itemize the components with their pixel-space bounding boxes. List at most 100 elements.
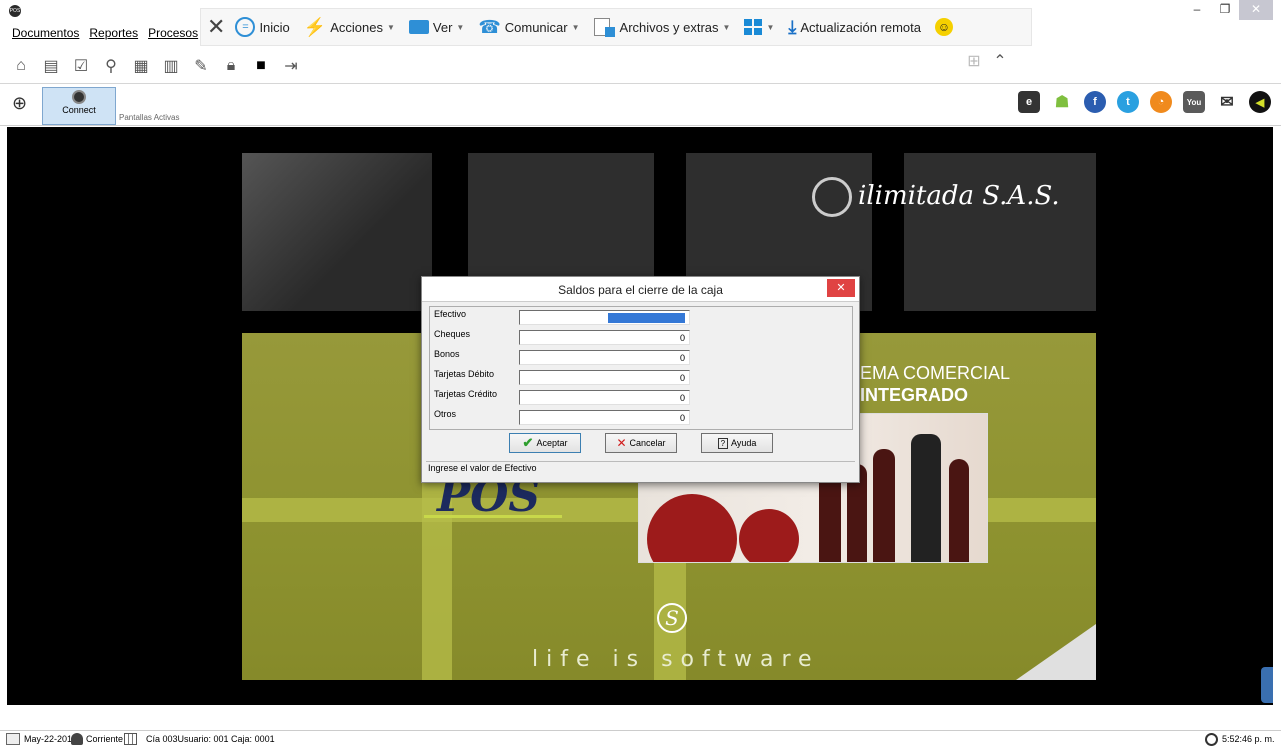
cancel-x-icon: ✕ bbox=[616, 436, 627, 450]
calendar-icon[interactable]: ▤ bbox=[40, 55, 62, 77]
chevron-down-icon: ▼ bbox=[571, 22, 580, 32]
toolbar-comunicar[interactable]: ☎ Comunicar ▼ bbox=[478, 17, 579, 38]
toolbar-right-controls: ⊞ ⌃ bbox=[963, 50, 1011, 72]
dialog-buttons: ✔ Aceptar ✕ Cancelar ? Ayuda bbox=[429, 433, 853, 459]
tarjetas-debito-input[interactable]: 0 bbox=[519, 370, 690, 385]
checkmark-icon: ✔ bbox=[522, 435, 534, 450]
status-mode: Corriente bbox=[86, 734, 124, 744]
restore-button[interactable]: ❐ bbox=[1211, 0, 1239, 20]
checklist-icon[interactable]: ☑ bbox=[70, 55, 92, 77]
close-x-icon: ✕ bbox=[207, 14, 226, 39]
uvt-icon[interactable]: ▥ bbox=[160, 55, 182, 77]
main-toolbar: ⌂ ▤ ☑ ⚲ ▦ ▥ ✎ 🔒︎ ■ ⇥ bbox=[0, 48, 1281, 84]
e-icon[interactable]: e bbox=[1018, 91, 1040, 113]
mail-icon[interactable]: ✉ bbox=[1216, 91, 1238, 113]
cheques-input[interactable]: 0 bbox=[519, 330, 690, 345]
help-button[interactable]: ? Ayuda bbox=[701, 433, 773, 453]
grid-layout-icon[interactable]: ⊞ bbox=[963, 50, 985, 72]
field-row-cheques: Cheques 0 bbox=[430, 327, 854, 347]
toolbar-inicio[interactable]: = Inicio bbox=[235, 17, 290, 37]
field-row-otros: Otros 0 bbox=[430, 407, 854, 427]
side-panel-tab[interactable] bbox=[1261, 667, 1273, 703]
screens-toolbar: ⊕ Connect Pantallas Activas e ☗ f t ◔ Yo… bbox=[0, 85, 1281, 126]
toolbar-windows[interactable]: ▼ bbox=[744, 19, 774, 35]
pos-underline bbox=[424, 515, 562, 518]
chevron-down-icon: ▼ bbox=[386, 22, 395, 32]
exit-door-icon[interactable]: ⇥ bbox=[280, 55, 302, 77]
lightning-icon: ⚡ bbox=[303, 16, 327, 37]
calculator-icon bbox=[124, 733, 137, 745]
company-logo-icon bbox=[812, 177, 852, 217]
calendar-icon bbox=[6, 733, 20, 745]
field-label: Tarjetas Débito bbox=[434, 369, 495, 379]
connect-button[interactable]: Connect bbox=[42, 87, 116, 125]
power-icon bbox=[72, 90, 86, 104]
field-row-tarjetas-credito: Tarjetas Crédito 0 bbox=[430, 387, 854, 407]
calculator-icon[interactable]: ▦ bbox=[130, 55, 152, 77]
home-circle-icon: = bbox=[235, 17, 256, 37]
lock-icon[interactable]: ■ bbox=[250, 55, 272, 77]
home-icon[interactable]: ⌂ bbox=[10, 55, 32, 77]
dialog-title-bar: Saldos para el cierre de la caja ✕ bbox=[422, 277, 859, 302]
field-label: Cheques bbox=[434, 329, 471, 339]
system-title-line1: EMA COMERCIAL bbox=[860, 363, 1011, 383]
dialog-title: Saldos para el cierre de la caja bbox=[558, 283, 723, 297]
tagline: life is software bbox=[532, 647, 820, 672]
field-label: Efectivo bbox=[434, 309, 467, 319]
field-label: Otros bbox=[434, 409, 457, 419]
system-title-line2: INTEGRADO bbox=[860, 385, 968, 405]
status-company-user-cash: Cía 003Usuario: 001 Caja: 0001 bbox=[146, 734, 275, 744]
youtube-icon[interactable]: You bbox=[1183, 91, 1205, 113]
connect-label: Connect bbox=[62, 105, 96, 115]
menu-procesos[interactable]: Procesos bbox=[148, 26, 198, 40]
user-icon bbox=[71, 733, 83, 745]
help-icon: ? bbox=[717, 437, 729, 449]
active-screens-label: Pantallas Activas bbox=[119, 113, 180, 122]
toolbar-actualizacion-remota[interactable]: ⤓ Actualización remota bbox=[788, 17, 921, 38]
twitter-icon[interactable]: t bbox=[1117, 91, 1139, 113]
menu-documentos[interactable]: Documentos bbox=[12, 26, 79, 40]
cancel-button[interactable]: ✕ Cancelar bbox=[605, 433, 677, 453]
status-time: 5:52:46 p. m. bbox=[1222, 734, 1275, 744]
lock-open-icon[interactable]: 🔒︎ bbox=[220, 55, 242, 77]
otros-input[interactable]: 0 bbox=[519, 410, 690, 425]
chat-icon: ☎ bbox=[478, 16, 501, 37]
software-logo-icon: S bbox=[657, 603, 687, 633]
efectivo-input[interactable]: 0 bbox=[519, 310, 690, 325]
search-icon[interactable]: ⚲ bbox=[100, 55, 122, 77]
android-icon[interactable]: ☗ bbox=[1051, 91, 1073, 113]
accept-button[interactable]: ✔ Aceptar bbox=[509, 433, 581, 453]
smiley-feedback-button[interactable]: ☺ bbox=[935, 18, 953, 36]
menu-reportes[interactable]: Reportes bbox=[89, 26, 138, 40]
close-window-button[interactable]: ✕ bbox=[1239, 0, 1273, 20]
chevron-up-icon[interactable]: ⌃ bbox=[989, 50, 1011, 72]
files-icon bbox=[593, 18, 615, 37]
rss-icon[interactable]: ◔ bbox=[1150, 91, 1172, 113]
close-session-button[interactable]: ✕ bbox=[207, 14, 225, 40]
status-bar: May-22-2017 Corriente Cía 003Usuario: 00… bbox=[0, 730, 1281, 748]
pencil-icon[interactable]: ✎ bbox=[190, 55, 212, 77]
minimize-button[interactable]: – bbox=[1183, 0, 1211, 20]
company-logo: ilimitada S.A.S. bbox=[812, 177, 1060, 217]
social-links: e ☗ f t ◔ You ✉ ◀ bbox=[1018, 91, 1271, 113]
globe-icon[interactable]: ⊕ bbox=[12, 93, 36, 117]
toolbar-ver[interactable]: Ver ▼ bbox=[408, 20, 464, 35]
facebook-icon[interactable]: f bbox=[1084, 91, 1106, 113]
remote-control-toolbar: ✕ = Inicio ⚡ Acciones ▼ Ver ▼ ☎ Comunica… bbox=[200, 8, 1032, 46]
chevron-down-icon: ▼ bbox=[722, 22, 731, 32]
toolbar-archivos[interactable]: Archivos y extras ▼ bbox=[593, 18, 731, 37]
gear-graphic bbox=[739, 509, 799, 562]
clock-icon bbox=[1205, 733, 1218, 746]
person-silhouette bbox=[911, 434, 941, 562]
back-arrow-icon[interactable]: ◀ bbox=[1249, 91, 1271, 113]
tile bbox=[242, 153, 432, 311]
dialog-status-text: Ingrese el valor de Efectivo bbox=[426, 461, 855, 475]
dialog-close-button[interactable]: ✕ bbox=[827, 279, 855, 297]
tarjetas-credito-input[interactable]: 0 bbox=[519, 390, 690, 405]
field-row-bonos: Bonos 0 bbox=[430, 347, 854, 367]
chevron-down-icon: ▼ bbox=[766, 22, 775, 32]
smiley-icon: ☺ bbox=[935, 18, 953, 36]
field-row-efectivo: Efectivo 0 bbox=[430, 307, 854, 327]
bonos-input[interactable]: 0 bbox=[519, 350, 690, 365]
toolbar-acciones[interactable]: ⚡ Acciones ▼ bbox=[304, 17, 395, 38]
